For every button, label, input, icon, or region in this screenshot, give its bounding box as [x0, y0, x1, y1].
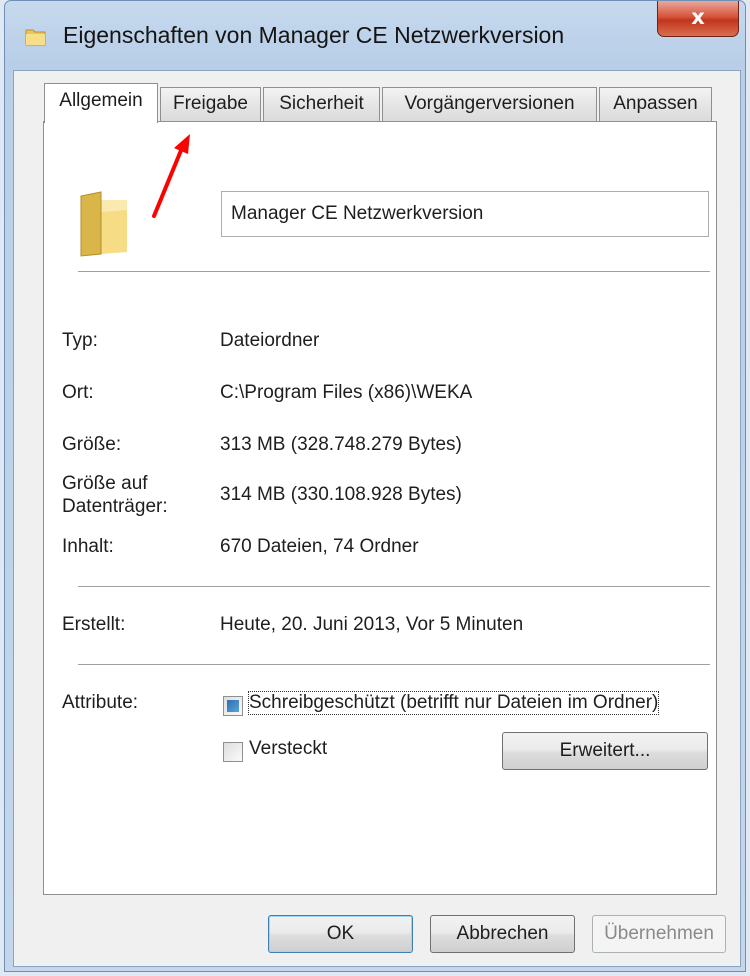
size-label: Größe:: [62, 434, 122, 455]
separator: [78, 271, 710, 272]
separator: [78, 586, 710, 587]
properties-window: Eigenschaften von Manager CE Netzwerkver…: [4, 0, 746, 972]
type-value: Dateiordner: [220, 330, 320, 351]
tab-panel-allgemein: Manager CE Netzwerkversion Typ: Dateiord…: [43, 121, 717, 895]
tab-anpassen[interactable]: Anpassen: [599, 87, 712, 121]
advanced-button[interactable]: Erweitert...: [502, 732, 708, 770]
readonly-label[interactable]: Schreibgeschützt (betrifft nur Dateien i…: [247, 691, 660, 715]
hidden-checkbox[interactable]: [223, 742, 243, 762]
attributes-label: Attribute:: [62, 692, 139, 713]
created-value: Heute, 20. Juni 2013, Vor 5 Minuten: [220, 614, 524, 635]
folder-name-input[interactable]: Manager CE Netzwerkversion: [221, 191, 709, 237]
tab-allgemein[interactable]: Allgemein: [44, 83, 158, 123]
window-title: Eigenschaften von Manager CE Netzwerkver…: [63, 22, 565, 48]
title-bar[interactable]: Eigenschaften von Manager CE Netzwerkver…: [5, 1, 745, 71]
tab-vorgaengerversionen[interactable]: Vorgängerversionen: [382, 87, 597, 121]
size-value: 313 MB (328.748.279 Bytes): [220, 434, 462, 455]
separator: [78, 664, 710, 665]
location-value: C:\Program Files (x86)\WEKA: [220, 382, 473, 403]
folder-icon: [80, 191, 127, 257]
ok-button[interactable]: OK: [268, 915, 413, 953]
hidden-label[interactable]: Versteckt: [249, 738, 327, 760]
annotation-arrow-icon: [152, 134, 190, 218]
size-on-disk-value: 314 MB (330.108.928 Bytes): [220, 484, 462, 505]
cancel-button[interactable]: Abbrechen: [430, 915, 575, 953]
tab-freigabe[interactable]: Freigabe: [160, 87, 261, 121]
readonly-checkbox[interactable]: [223, 696, 243, 716]
tab-sicherheit[interactable]: Sicherheit: [263, 87, 380, 121]
folder-icon: [25, 29, 46, 46]
apply-button[interactable]: Übernehmen: [592, 915, 726, 953]
location-label: Ort:: [62, 382, 94, 403]
contents-label: Inhalt:: [62, 536, 114, 557]
type-label: Typ:: [62, 330, 98, 351]
close-icon: x: [691, 5, 705, 29]
dialog-content: Allgemein Freigabe Sicherheit Vorgängerv…: [13, 70, 741, 967]
contents-value: 670 Dateien, 74 Ordner: [220, 536, 419, 557]
size-on-disk-label: Größe auf Datenträger:: [62, 473, 168, 517]
created-label: Erstellt:: [62, 614, 126, 635]
close-button[interactable]: x: [657, 1, 739, 37]
